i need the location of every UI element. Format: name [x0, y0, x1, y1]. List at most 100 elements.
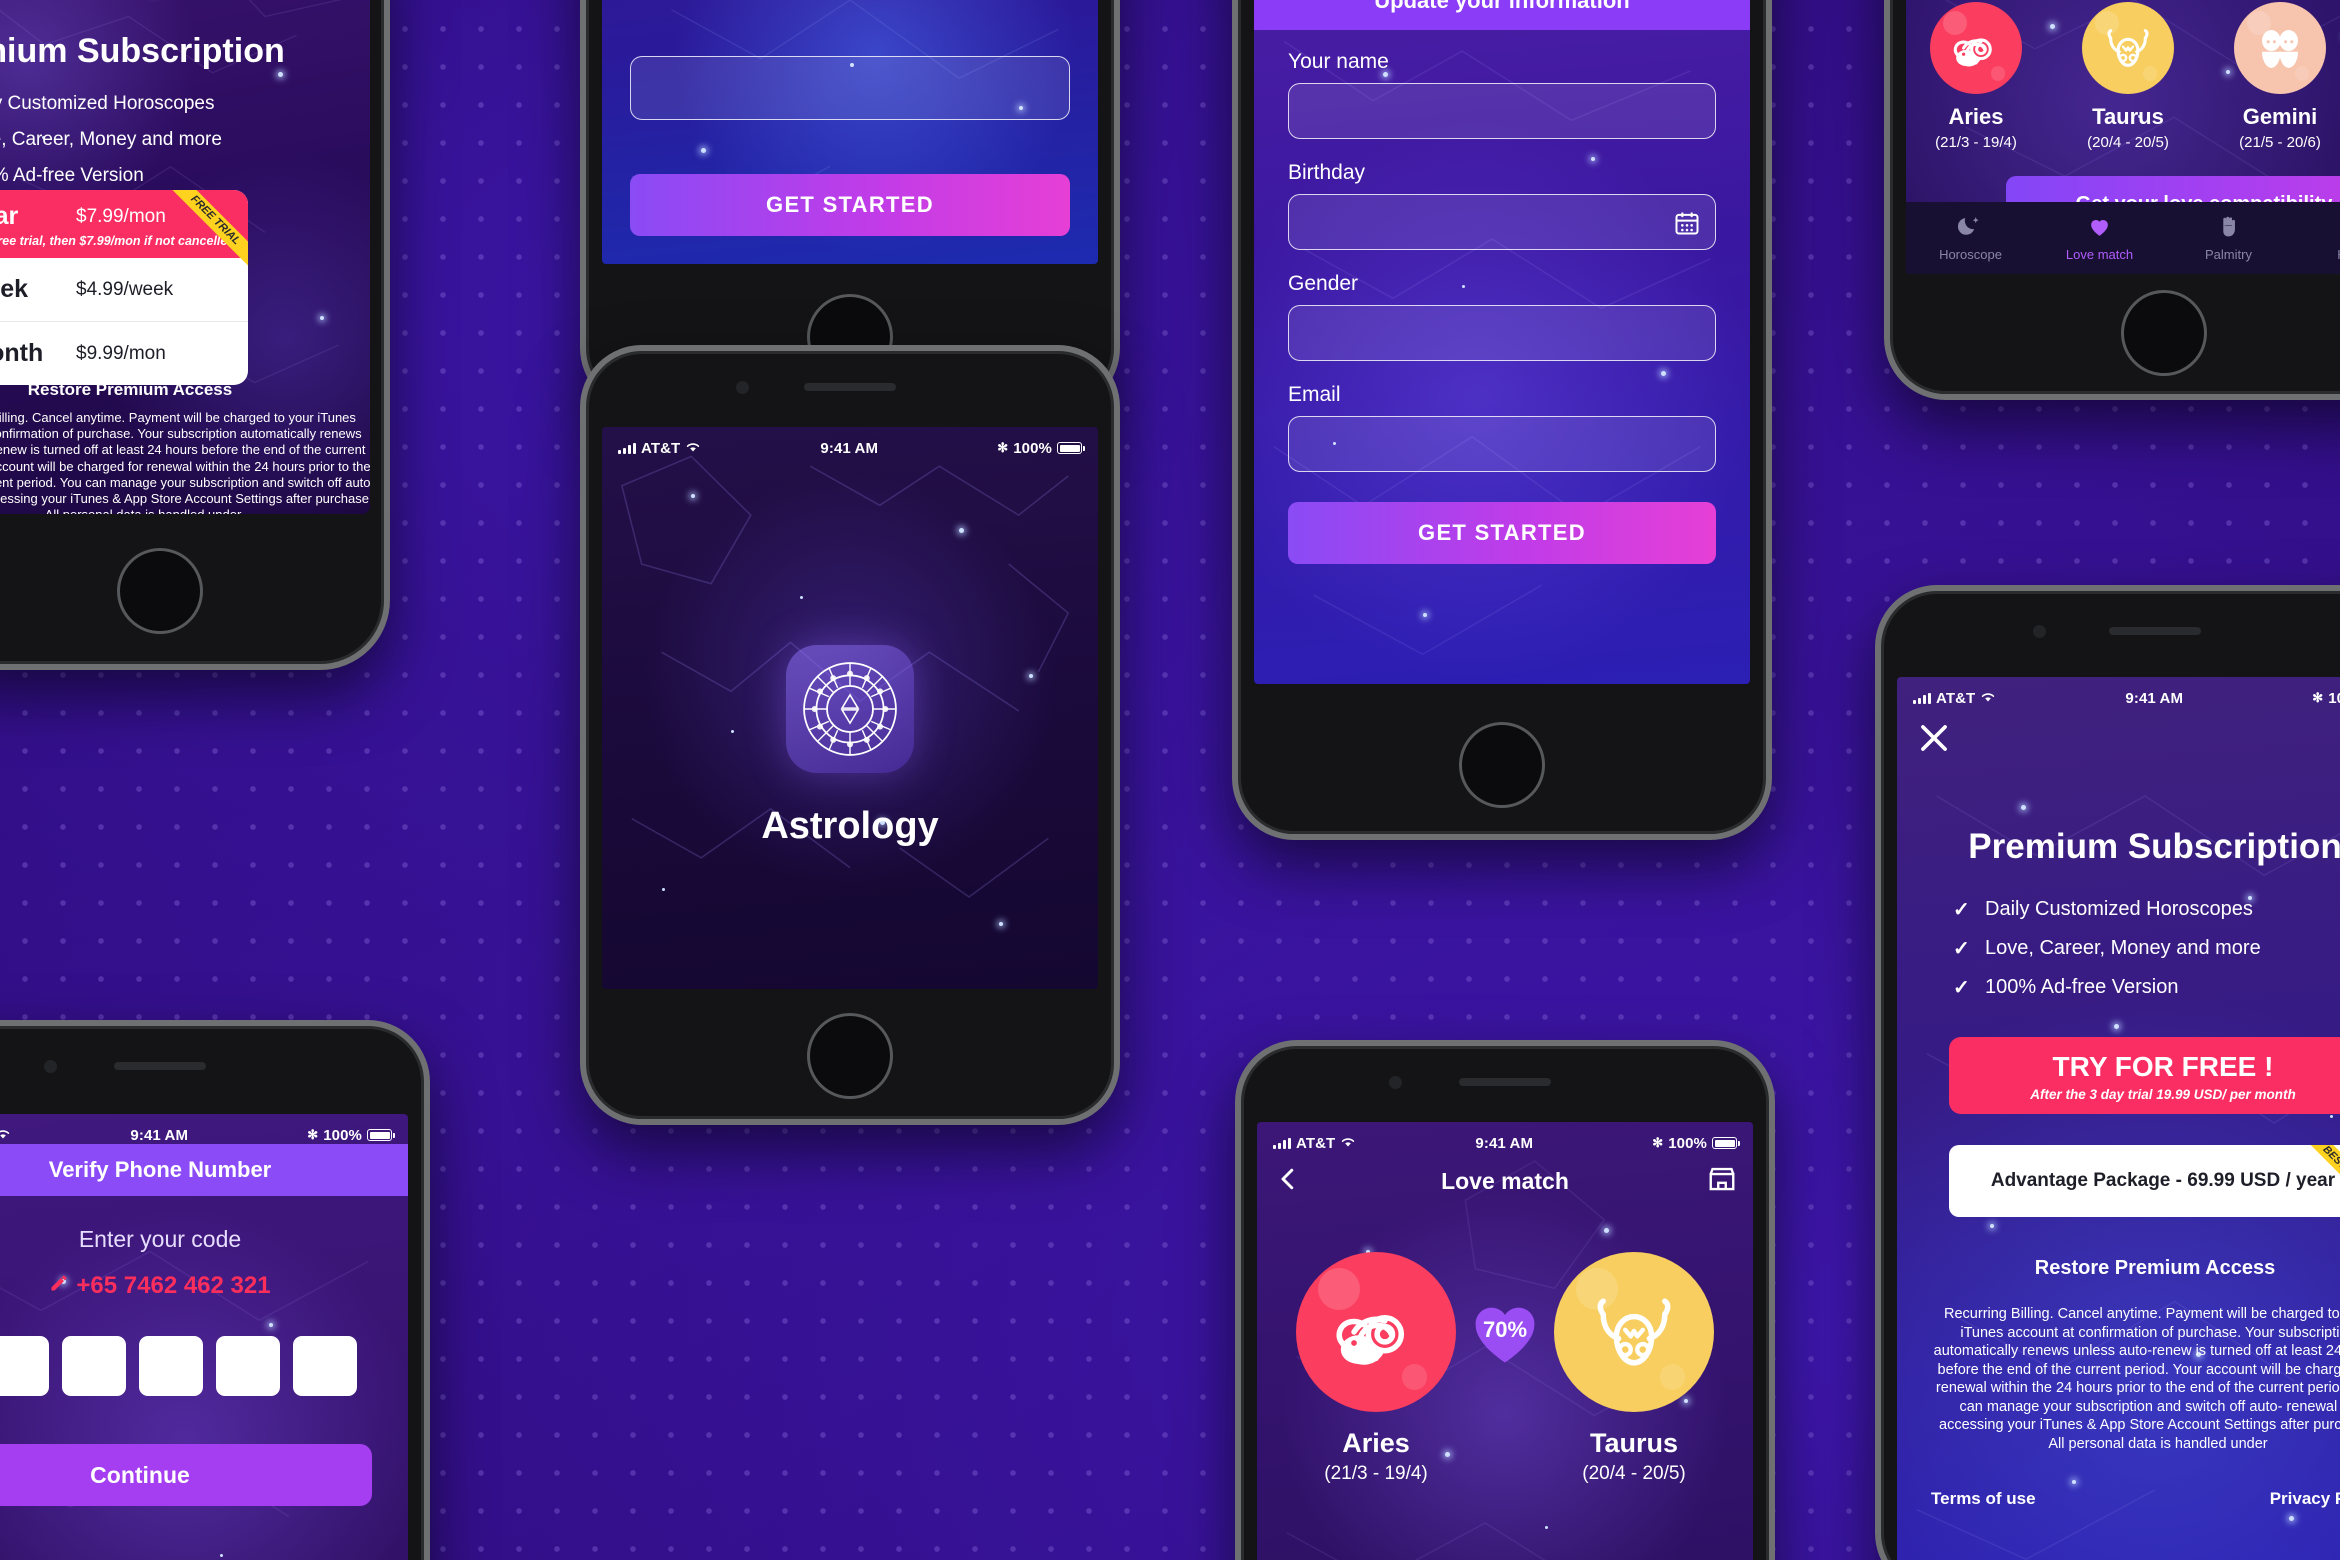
front-camera-icon — [44, 1060, 57, 1073]
zodiac-dates: (20/4 - 20/5) — [2087, 134, 2169, 151]
feature-label: 100% Ad-free Version — [0, 164, 144, 186]
tab-history[interactable]: History — [2293, 214, 2340, 262]
zodiac-dates: (21/3 - 19/4) — [1935, 134, 2017, 151]
battery-icon — [1712, 1137, 1740, 1149]
feature-item: ✓ 100% Ad-free Version — [1953, 975, 2261, 1000]
zodiac-item-gemini[interactable]: Gemini (21/5 - 20/6) — [2204, 2, 2340, 151]
pencil-icon[interactable] — [49, 1272, 69, 1300]
plan-row-month[interactable]: 1 month $9.99/mon — [0, 322, 248, 385]
screen-premium-left: Premium Subscription ✓ Daily Customized … — [0, 0, 370, 514]
get-started-button[interactable]: GET STARTED — [630, 174, 1070, 236]
phone-update-info: Update your information Your name Birthd… — [1232, 0, 1772, 840]
status-bar: AT&T 9:41 AM ✻ 100% — [1257, 1128, 1753, 1158]
feature-item: ✓ Love, Career, Money and more — [0, 128, 222, 151]
feature-item: ✓ 100% Ad-free Version — [0, 164, 222, 187]
input-field-onboarding[interactable] — [630, 56, 1070, 120]
screen-onboarding-top: GET STARTED — [602, 0, 1098, 264]
field-group-birthday: Birthday — [1288, 161, 1716, 250]
try-for-free-button[interactable]: TRY FOR FREE ! After the 3 day trial 19.… — [1949, 1037, 2340, 1114]
match-percent-badge: 70% — [1466, 1293, 1544, 1367]
page-title: Premium Subscription — [1968, 827, 2340, 866]
nav-title: Verify Phone Number — [48, 1157, 272, 1182]
legal-text: Recurring Billing. Cancel anytime. Payme… — [1933, 1306, 2340, 1452]
home-button[interactable] — [2121, 290, 2207, 376]
phone-number-row[interactable]: +65 7462 462 321 — [0, 1272, 408, 1300]
tab-palmitry[interactable]: Palmitry — [2164, 214, 2293, 262]
tab-label: Horoscope — [1939, 247, 2002, 262]
otp-cell-5[interactable] — [216, 1336, 280, 1396]
front-camera-icon — [2033, 625, 2046, 638]
tab-bar: Horoscope Love match Palmitry History — [1906, 202, 2340, 274]
plan-price: $4.99/week — [76, 278, 174, 300]
signal-icon — [618, 442, 636, 454]
close-icon[interactable] — [1915, 719, 1953, 762]
zodiac-name: Taurus — [2092, 104, 2164, 129]
battery-icon — [367, 1129, 395, 1141]
wifi-icon — [0, 1127, 11, 1144]
phone-zodiac-picker: Aries (21/3 - 19/4) Taurus (20/4 - 20/5)… — [1884, 0, 2340, 400]
home-button[interactable] — [1459, 722, 1545, 808]
birthday-input[interactable] — [1288, 194, 1716, 250]
status-time: 9:41 AM — [2125, 689, 2184, 707]
screen-verify: AT&T 9:41 AM ✻ 100% Verify Phone Number … — [0, 1114, 408, 1560]
calendar-icon[interactable] — [1673, 209, 1701, 242]
aries-ram-icon — [1930, 2, 2022, 94]
tab-love-match[interactable]: Love match — [2035, 214, 2164, 262]
otp-cell-6[interactable] — [293, 1336, 357, 1396]
check-icon: ✓ — [1953, 899, 1970, 921]
plan-list: 1 year $7.99/mon (3-days free trial, the… — [0, 190, 248, 385]
shop-icon[interactable] — [1707, 1164, 1737, 1199]
home-button[interactable] — [117, 548, 203, 634]
carrier-label: AT&T — [1296, 1134, 1336, 1152]
privacy-policy-link[interactable]: Privacy Policy — [2270, 1489, 2340, 1509]
earpiece-speaker — [1459, 1078, 1551, 1086]
screen-splash: AT&T 9:41 AM ✻ 100% Astrology — [602, 427, 1098, 989]
screen-zodiac-picker: Aries (21/3 - 19/4) Taurus (20/4 - 20/5)… — [1906, 0, 2340, 274]
bluetooth-icon: ✻ — [1652, 1135, 1664, 1150]
heart-icon — [2087, 214, 2112, 244]
status-bar: AT&T 9:41 AM ✻ 100% — [0, 1120, 408, 1150]
bluetooth-icon: ✻ — [997, 440, 1009, 455]
best-value-ribbon: BEST VALUE — [2297, 1145, 2340, 1217]
nav-bar-update-info: Update your information — [1254, 0, 1750, 30]
continue-button[interactable]: Continue — [0, 1444, 372, 1506]
zodiac-wheel-icon — [803, 662, 897, 756]
wifi-icon — [1980, 690, 1996, 707]
aries-ram-icon[interactable] — [1296, 1252, 1456, 1412]
back-chevron-icon[interactable] — [1273, 1164, 1303, 1199]
name-input[interactable] — [1288, 83, 1716, 139]
get-started-button[interactable]: GET STARTED — [1288, 502, 1716, 564]
best-value-ribbon-label: BEST VALUE — [2300, 1145, 2340, 1217]
zodiac-item-aries[interactable]: Aries (21/3 - 19/4) — [1906, 2, 2052, 151]
screen-update-info: Update your information Your name Birthd… — [1254, 0, 1750, 684]
restore-premium-access-link[interactable]: Restore Premium Access — [1897, 1257, 2340, 1280]
plan-row-week[interactable]: 1 week $4.99/week — [0, 258, 248, 321]
plan-row-year[interactable]: 1 year $7.99/mon (3-days free trial, the… — [0, 190, 248, 273]
status-time: 9:41 AM — [820, 439, 879, 457]
front-camera-icon — [736, 381, 749, 394]
tab-horoscope[interactable]: Horoscope — [1906, 214, 2035, 262]
advantage-package-label: Advantage Package - 69.99 USD / year — [1990, 1170, 2336, 1191]
otp-cell-3[interactable] — [62, 1336, 126, 1396]
otp-cell-2[interactable] — [0, 1336, 49, 1396]
footer-links: Terms of use Privacy Policy — [1931, 1489, 2340, 1509]
nav-bar-verify: Verify Phone Number — [0, 1144, 408, 1196]
zodiac-item-taurus[interactable]: Taurus (20/4 - 20/5) — [2052, 2, 2204, 151]
otp-cell-4[interactable] — [139, 1336, 203, 1396]
feature-label: Love, Career, Money and more — [0, 128, 222, 150]
restore-premium-access-link[interactable]: Restore Premium Access — [0, 380, 370, 400]
get-started-label: GET STARTED — [766, 192, 934, 217]
feature-list: ✓ Daily Customized Horoscopes ✓ Love, Ca… — [1953, 897, 2261, 1000]
home-button[interactable] — [807, 1013, 893, 1099]
terms-of-use-link[interactable]: Terms of use — [1931, 1489, 2036, 1509]
nav-title: Update your information — [1374, 0, 1630, 13]
signal-icon — [1913, 692, 1931, 704]
email-input[interactable] — [1288, 416, 1716, 472]
get-started-label: GET STARTED — [1418, 520, 1586, 545]
status-time: 9:41 AM — [130, 1126, 189, 1144]
taurus-bull-icon[interactable] — [1554, 1252, 1714, 1412]
plan-price: $7.99/mon — [76, 205, 166, 227]
zodiac-name: Aries — [1948, 104, 2004, 129]
gender-input[interactable] — [1288, 305, 1716, 361]
advantage-package-button[interactable]: Advantage Package - 69.99 USD / year BES… — [1949, 1145, 2340, 1217]
